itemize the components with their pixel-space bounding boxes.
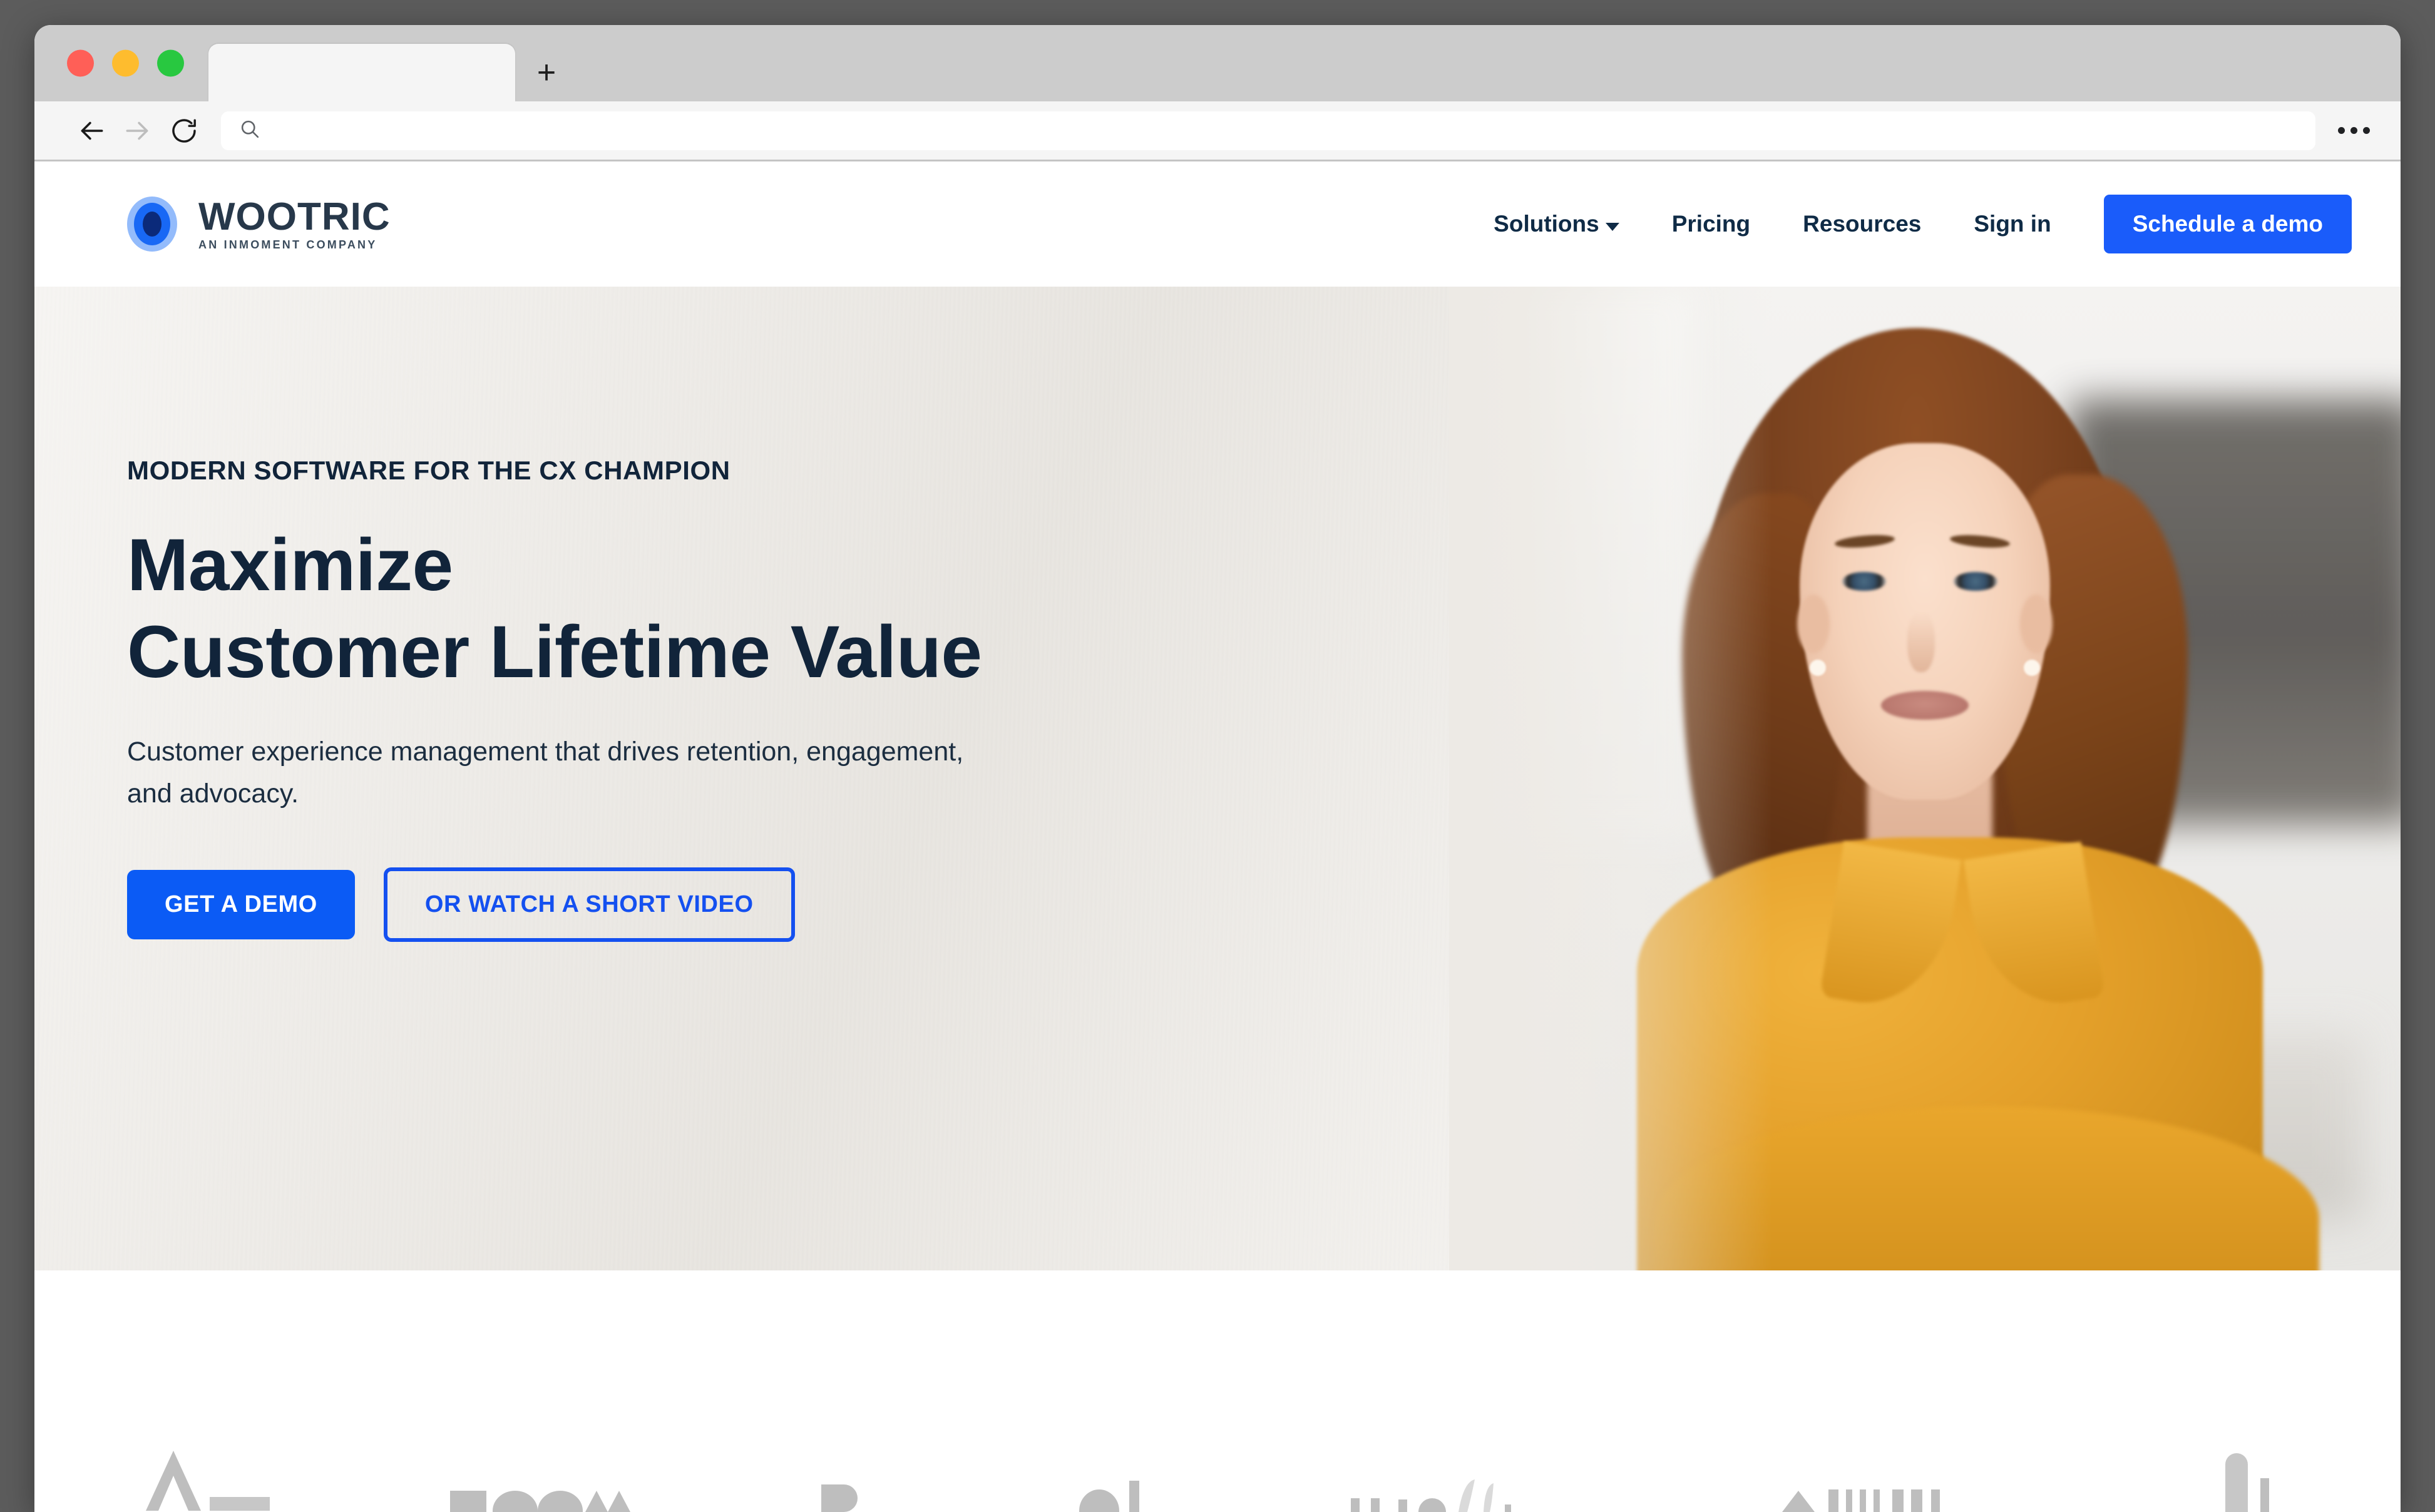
page-viewport: WOOTRIC AN INMOMENT COMPANY Solutions Pr… bbox=[34, 161, 2401, 1512]
nav-item-resources[interactable]: Resources bbox=[1776, 211, 1947, 237]
schedule-demo-button[interactable]: Schedule a demo bbox=[2103, 195, 2352, 253]
hero-subtitle: Customer experience management that driv… bbox=[127, 731, 1229, 814]
maximize-window-button[interactable] bbox=[157, 49, 184, 77]
brand-name: WOOTRIC bbox=[198, 195, 391, 238]
hero-eyebrow: MODERN SOFTWARE FOR THE CX CHAMPION bbox=[127, 456, 730, 485]
hero-section: MODERN SOFTWARE FOR THE CX CHAMPION Maxi… bbox=[34, 287, 2401, 1270]
client-logo-zoom bbox=[446, 1437, 634, 1512]
browser-tab-title bbox=[208, 44, 515, 63]
desktop-backdrop: + WOOTRIC AN INMOMENT COMPANY Solutions … bbox=[0, 0, 2435, 1512]
address-bar[interactable] bbox=[221, 111, 2315, 150]
site-header: WOOTRIC AN INMOMENT COMPANY Solutions Pr… bbox=[34, 161, 2401, 287]
hero-portrait-image bbox=[1449, 287, 2401, 1270]
window-controls bbox=[67, 49, 184, 77]
hero-title-line-1: Maximize bbox=[127, 524, 453, 606]
nav-item-signin[interactable]: Sign in bbox=[1947, 211, 2077, 237]
browser-window: + WOOTRIC AN INMOMENT COMPANY Solutions … bbox=[34, 25, 2401, 1512]
browser-toolbar bbox=[34, 101, 2401, 161]
hero-title-line-2: Customer Lifetime Value bbox=[127, 611, 982, 694]
client-logo-strip bbox=[34, 1270, 2401, 1512]
browser-tab[interactable] bbox=[208, 44, 515, 101]
hero-title: Maximize Customer Lifetime Value bbox=[127, 522, 1286, 696]
wootric-circle-icon bbox=[127, 197, 177, 252]
close-window-button[interactable] bbox=[67, 49, 94, 77]
client-logo-4 bbox=[1064, 1437, 1177, 1512]
chevron-down-icon bbox=[1605, 222, 1619, 231]
client-logo-6 bbox=[1776, 1437, 2039, 1512]
nav-item-solutions-label: Solutions bbox=[1494, 211, 1599, 237]
get-a-demo-button[interactable]: GET A DEMO bbox=[127, 869, 355, 939]
hero-subtitle-line-2: and advocacy. bbox=[127, 779, 299, 809]
wootric-logo[interactable]: WOOTRIC AN INMOMENT COMPANY bbox=[127, 197, 391, 252]
client-logo-1 bbox=[135, 1437, 279, 1512]
minimize-window-button[interactable] bbox=[112, 49, 139, 77]
client-logo-5 bbox=[1345, 1437, 1607, 1512]
hero-subtitle-line-1: Customer experience management that driv… bbox=[127, 737, 964, 767]
browser-tab-strip: + bbox=[34, 25, 2401, 101]
hero-cta-group: GET A DEMO OR WATCH A SHORT VIDEO bbox=[127, 867, 1286, 942]
client-logo-7 bbox=[2207, 1437, 2300, 1512]
client-logo-3 bbox=[802, 1437, 896, 1512]
nav-item-solutions[interactable]: Solutions bbox=[1467, 211, 1646, 237]
brand-tagline: AN INMOMENT COMPANY bbox=[198, 238, 377, 251]
nav-item-pricing[interactable]: Pricing bbox=[1646, 211, 1776, 237]
back-arrow-icon[interactable] bbox=[68, 108, 115, 154]
main-navigation: Solutions Pricing Resources Sign in Sche… bbox=[1467, 195, 2352, 253]
new-tab-button[interactable]: + bbox=[529, 55, 564, 90]
reload-icon[interactable] bbox=[161, 108, 207, 154]
hero-content: MODERN SOFTWARE FOR THE CX CHAMPION Maxi… bbox=[34, 287, 1286, 942]
watch-video-button[interactable]: OR WATCH A SHORT VIDEO bbox=[383, 867, 795, 942]
forward-arrow-icon bbox=[115, 108, 161, 154]
overflow-menu-icon[interactable] bbox=[2332, 109, 2376, 153]
search-icon bbox=[238, 118, 261, 143]
